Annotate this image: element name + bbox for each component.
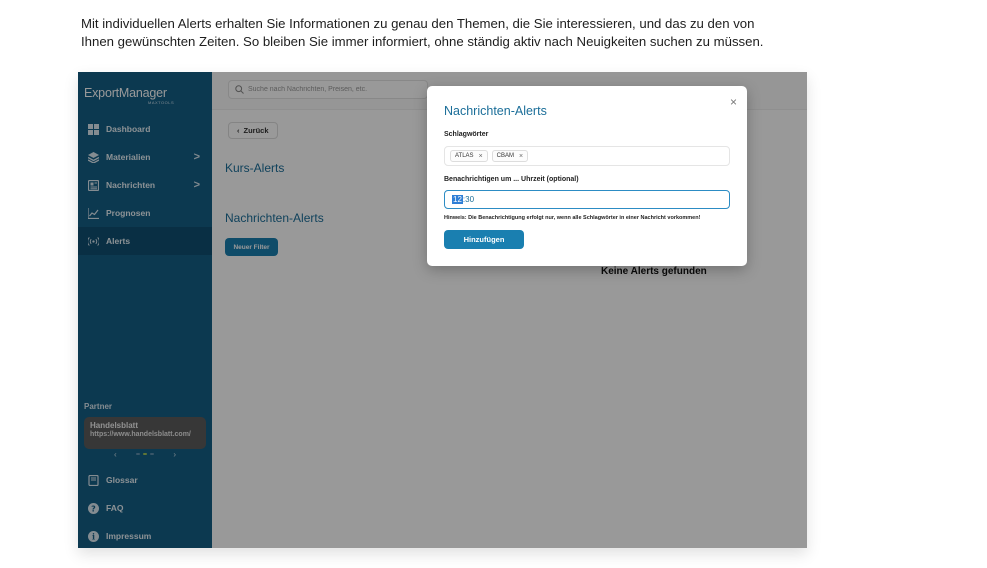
app-screenshot: ExportManager MAXTOOLS Dashboard Materia… xyxy=(78,72,807,548)
alert-modal: Nachrichten-Alerts × Schlagwörter ATLAS … xyxy=(427,86,747,266)
keywords-label: Schlagwörter xyxy=(444,131,489,138)
hint-text: Hinweis: Die Benachrichtigung erfolgt nu… xyxy=(444,215,701,221)
close-icon[interactable]: × xyxy=(730,95,737,109)
remove-tag-icon[interactable]: × xyxy=(519,153,523,160)
time-minutes: :30 xyxy=(462,195,475,204)
time-hour-selected: 12 xyxy=(452,195,463,204)
keywords-input[interactable]: ATLAS × CBAM × xyxy=(444,146,730,166)
time-input[interactable]: 12:30 xyxy=(444,190,730,209)
add-alert-button[interactable]: Hinzufügen xyxy=(444,230,524,249)
keyword-tag: ATLAS × xyxy=(450,150,488,162)
intro-text: Mit individuellen Alerts erhalten Sie In… xyxy=(81,15,841,51)
intro-line-1: Mit individuellen Alerts erhalten Sie In… xyxy=(81,16,755,31)
keyword-tag-label: CBAM xyxy=(496,153,514,159)
keyword-tag: CBAM × xyxy=(491,150,529,162)
intro-line-2: Ihnen gewünschten Zeiten. So bleiben Sie… xyxy=(81,34,764,49)
remove-tag-icon[interactable]: × xyxy=(479,153,483,160)
keyword-tag-label: ATLAS xyxy=(455,153,474,159)
time-label: Benachrichtigen um ... Uhrzeit (optional… xyxy=(444,176,579,183)
modal-title: Nachrichten-Alerts xyxy=(444,104,547,118)
